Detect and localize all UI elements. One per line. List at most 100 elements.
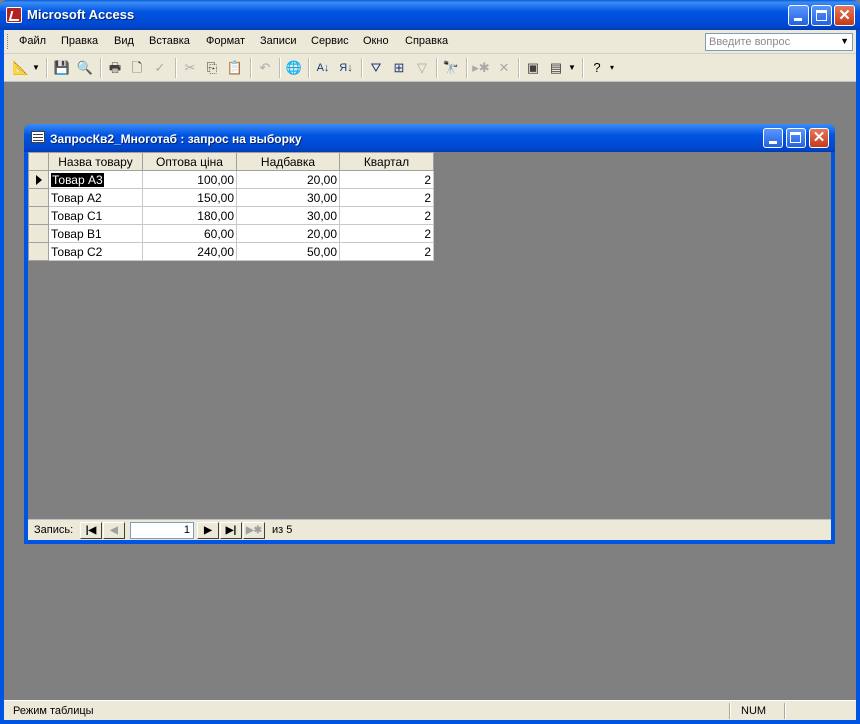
help-search-placeholder: Введите вопрос [709, 36, 791, 48]
chevron-down-icon[interactable]: ▼ [840, 36, 849, 46]
database-window-icon[interactable]: ▣ [524, 59, 542, 77]
record-selector[interactable] [28, 242, 49, 261]
cell-markup[interactable]: 20,00 [236, 170, 340, 189]
new-record-button[interactable]: ▶✱ [243, 522, 265, 539]
table-row[interactable]: Товар С1 180,00 30,00 2 [28, 206, 434, 225]
cell-markup[interactable]: 30,00 [236, 206, 340, 225]
column-header[interactable]: Оптова ціна [142, 152, 237, 171]
apply-filter-icon[interactable]: ▽ [413, 59, 431, 77]
undo-icon[interactable]: ↶ [256, 59, 274, 77]
cell-product-name[interactable]: Товар А3 [48, 170, 143, 189]
cut-icon[interactable]: ✂ [181, 59, 199, 77]
menu-window[interactable]: Окно [363, 35, 389, 47]
cell-quarter[interactable]: 2 [339, 206, 434, 225]
query-window-title-bar[interactable]: ЗапросКв2_Многотаб : запрос на выборку ✕ [24, 124, 835, 152]
table-row[interactable]: Товар В1 60,00 20,00 2 [28, 224, 434, 243]
menu-grip[interactable] [7, 34, 10, 49]
help-search-input[interactable]: Введите вопрос ▼ [705, 33, 853, 51]
query-window-title: ЗапросКв2_Многотаб : запрос на выборку [50, 132, 302, 146]
datasheet-grid: Назва товару Оптова ціна Надбавка Кварта… [28, 152, 434, 261]
cell-wholesale-price[interactable]: 150,00 [142, 188, 237, 207]
table-row[interactable]: Товар А3 100,00 20,00 2 [28, 170, 434, 189]
select-all-corner[interactable] [28, 152, 49, 171]
maximize-icon [816, 10, 827, 21]
maximize-button[interactable] [811, 5, 832, 26]
column-header[interactable]: Надбавка [236, 152, 340, 171]
menu-view[interactable]: Вид [114, 35, 134, 47]
spelling-icon[interactable]: ✓ [151, 59, 169, 77]
print-preview-icon[interactable]: 🗋 [128, 59, 146, 77]
sort-descending-icon[interactable]: Я↓ [337, 59, 355, 77]
filter-by-selection-icon[interactable]: ⛛ [367, 59, 385, 77]
record-selector[interactable] [28, 188, 49, 207]
toolbar-separator [46, 58, 48, 78]
record-number-input[interactable]: 1 [130, 522, 194, 539]
menu-insert[interactable]: Вставка [149, 35, 190, 47]
toolbar-separator [279, 58, 281, 78]
status-bar: Режим таблицы NUM [4, 700, 856, 720]
query-minimize-button[interactable] [763, 128, 783, 148]
menu-format[interactable]: Формат [206, 35, 245, 47]
status-num-lock: NUM [741, 705, 767, 717]
copy-icon[interactable]: ⎘ [203, 59, 221, 77]
toolbar-separator [582, 58, 584, 78]
print-icon[interactable]: 🖶 [106, 59, 124, 77]
query-maximize-button[interactable] [786, 128, 806, 148]
cell-markup[interactable]: 20,00 [236, 224, 340, 243]
record-navigator: Запись: |◀ ◀ 1 ▶ ▶| ▶✱ из 5 [28, 519, 831, 540]
new-object-icon[interactable]: ▤ [547, 59, 565, 77]
paste-icon[interactable]: 📋 [226, 59, 244, 77]
table-row[interactable]: Товар С2 240,00 50,00 2 [28, 242, 434, 261]
delete-record-icon[interactable]: ✕ [495, 59, 513, 77]
cell-quarter[interactable]: 2 [339, 224, 434, 243]
next-record-button[interactable]: ▶ [197, 522, 219, 539]
file-search-icon[interactable]: 🔍 [76, 59, 94, 77]
dropdown-arrow-icon[interactable]: ▼ [31, 59, 41, 77]
dropdown-arrow-icon[interactable]: ▾ [607, 59, 617, 77]
cell-wholesale-price[interactable]: 240,00 [142, 242, 237, 261]
menu-help[interactable]: Справка [405, 35, 448, 47]
cell-markup[interactable]: 50,00 [236, 242, 340, 261]
cell-product-name[interactable]: Товар В1 [48, 224, 143, 243]
menu-tools[interactable]: Сервис [311, 35, 349, 47]
first-record-button[interactable]: |◀ [80, 522, 102, 539]
menu-records[interactable]: Записи [260, 35, 297, 47]
record-selector[interactable] [28, 224, 49, 243]
menu-file[interactable]: Файл [19, 35, 46, 47]
menu-edit[interactable]: Правка [61, 35, 98, 47]
cell-markup[interactable]: 30,00 [236, 188, 340, 207]
hyperlink-icon[interactable]: 🌐 [285, 59, 303, 77]
toolbar-separator [518, 58, 520, 78]
design-view-icon[interactable]: 📐 [12, 59, 30, 77]
column-header[interactable]: Квартал [339, 152, 434, 171]
record-selector[interactable] [28, 206, 49, 225]
last-record-button[interactable]: ▶| [220, 522, 242, 539]
save-icon[interactable]: 💾 [53, 59, 71, 77]
cell-wholesale-price[interactable]: 100,00 [142, 170, 237, 189]
cell-product-name[interactable]: Товар С2 [48, 242, 143, 261]
cell-product-name[interactable]: Товар А2 [48, 188, 143, 207]
minimize-button[interactable] [788, 5, 809, 26]
find-icon[interactable]: 🔭 [442, 59, 460, 77]
help-icon[interactable]: ? [588, 59, 606, 77]
current-record-selector[interactable] [28, 170, 49, 189]
cell-wholesale-price[interactable]: 180,00 [142, 206, 237, 225]
new-record-icon[interactable]: ▸✱ [472, 59, 490, 77]
app-title-bar[interactable]: Microsoft Access ✕ [0, 0, 860, 30]
dropdown-arrow-icon[interactable]: ▼ [567, 59, 577, 77]
sort-ascending-icon[interactable]: A↓ [314, 59, 332, 77]
record-count: из 5 [272, 524, 293, 536]
cell-quarter[interactable]: 2 [339, 170, 434, 189]
access-app-icon[interactable] [6, 7, 22, 23]
cell-product-name[interactable]: Товар С1 [48, 206, 143, 225]
cell-quarter[interactable]: 2 [339, 242, 434, 261]
cell-quarter[interactable]: 2 [339, 188, 434, 207]
query-icon[interactable] [31, 131, 45, 143]
query-close-button[interactable]: ✕ [809, 128, 829, 148]
filter-by-form-icon[interactable]: ⊞ [390, 59, 408, 77]
table-row[interactable]: Товар А2 150,00 30,00 2 [28, 188, 434, 207]
previous-record-button[interactable]: ◀ [103, 522, 125, 539]
column-header[interactable]: Назва товару [48, 152, 143, 171]
cell-wholesale-price[interactable]: 60,00 [142, 224, 237, 243]
close-button[interactable]: ✕ [834, 5, 855, 26]
